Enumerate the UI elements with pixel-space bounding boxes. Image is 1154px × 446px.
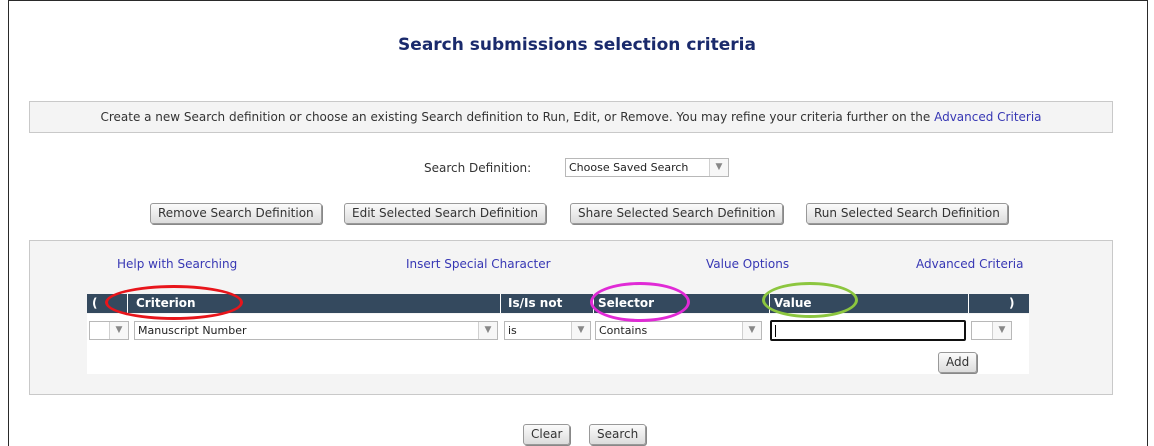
- chevron-down-icon: ▼: [742, 322, 761, 339]
- share-search-definition-button[interactable]: Share Selected Search Definition: [570, 203, 784, 224]
- add-row: [87, 346, 1029, 374]
- is-is-not-value: is: [508, 324, 517, 337]
- value-options-link[interactable]: Value Options: [706, 257, 789, 271]
- insert-special-character-link[interactable]: Insert Special Character: [406, 257, 551, 271]
- intro-text: Create a new Search definition or choose…: [100, 110, 931, 124]
- add-button[interactable]: Add: [938, 352, 978, 373]
- selector-value: Contains: [599, 324, 648, 337]
- chevron-down-icon: ▼: [478, 322, 497, 339]
- criterion-select[interactable]: Manuscript Number ▼: [134, 321, 498, 340]
- header-close-paren: ): [1009, 296, 1015, 310]
- run-search-definition-button[interactable]: Run Selected Search Definition: [806, 203, 1008, 224]
- criterion-value: Manuscript Number: [138, 324, 247, 337]
- help-with-searching-link[interactable]: Help with Searching: [117, 257, 237, 271]
- selector-select[interactable]: Contains ▼: [595, 321, 762, 340]
- open-paren-select[interactable]: ▼: [89, 321, 129, 340]
- is-is-not-select[interactable]: is ▼: [504, 321, 591, 340]
- chevron-down-icon: ▼: [992, 322, 1011, 339]
- header-open-paren: (: [92, 296, 98, 310]
- value-highlight-oval: [762, 282, 858, 318]
- close-paren-select[interactable]: ▼: [971, 321, 1012, 340]
- selector-highlight-oval: [590, 282, 690, 322]
- value-input[interactable]: [770, 320, 966, 341]
- chevron-down-icon: ▼: [109, 322, 128, 339]
- page-title: Search submissions selection criteria: [398, 35, 756, 55]
- remove-search-definition-button[interactable]: Remove Search Definition: [150, 203, 322, 224]
- search-definition-value: Choose Saved Search: [569, 161, 689, 174]
- search-definition-select[interactable]: Choose Saved Search ▼: [565, 158, 729, 177]
- search-button[interactable]: Search: [589, 424, 647, 445]
- text-cursor: [775, 325, 776, 337]
- advanced-criteria-link[interactable]: Advanced Criteria: [934, 110, 1041, 124]
- header-is-is-not: Is/Is not: [508, 296, 563, 310]
- intro-box: Create a new Search definition or choose…: [29, 101, 1113, 133]
- advanced-criteria-panel-link[interactable]: Advanced Criteria: [916, 257, 1023, 271]
- search-definition-label: Search Definition:: [424, 161, 532, 175]
- chevron-down-icon: ▼: [709, 159, 728, 176]
- clear-button[interactable]: Clear: [523, 424, 571, 445]
- criterion-highlight-oval: [105, 285, 243, 320]
- edit-search-definition-button[interactable]: Edit Selected Search Definition: [344, 203, 547, 224]
- chevron-down-icon: ▼: [571, 322, 590, 339]
